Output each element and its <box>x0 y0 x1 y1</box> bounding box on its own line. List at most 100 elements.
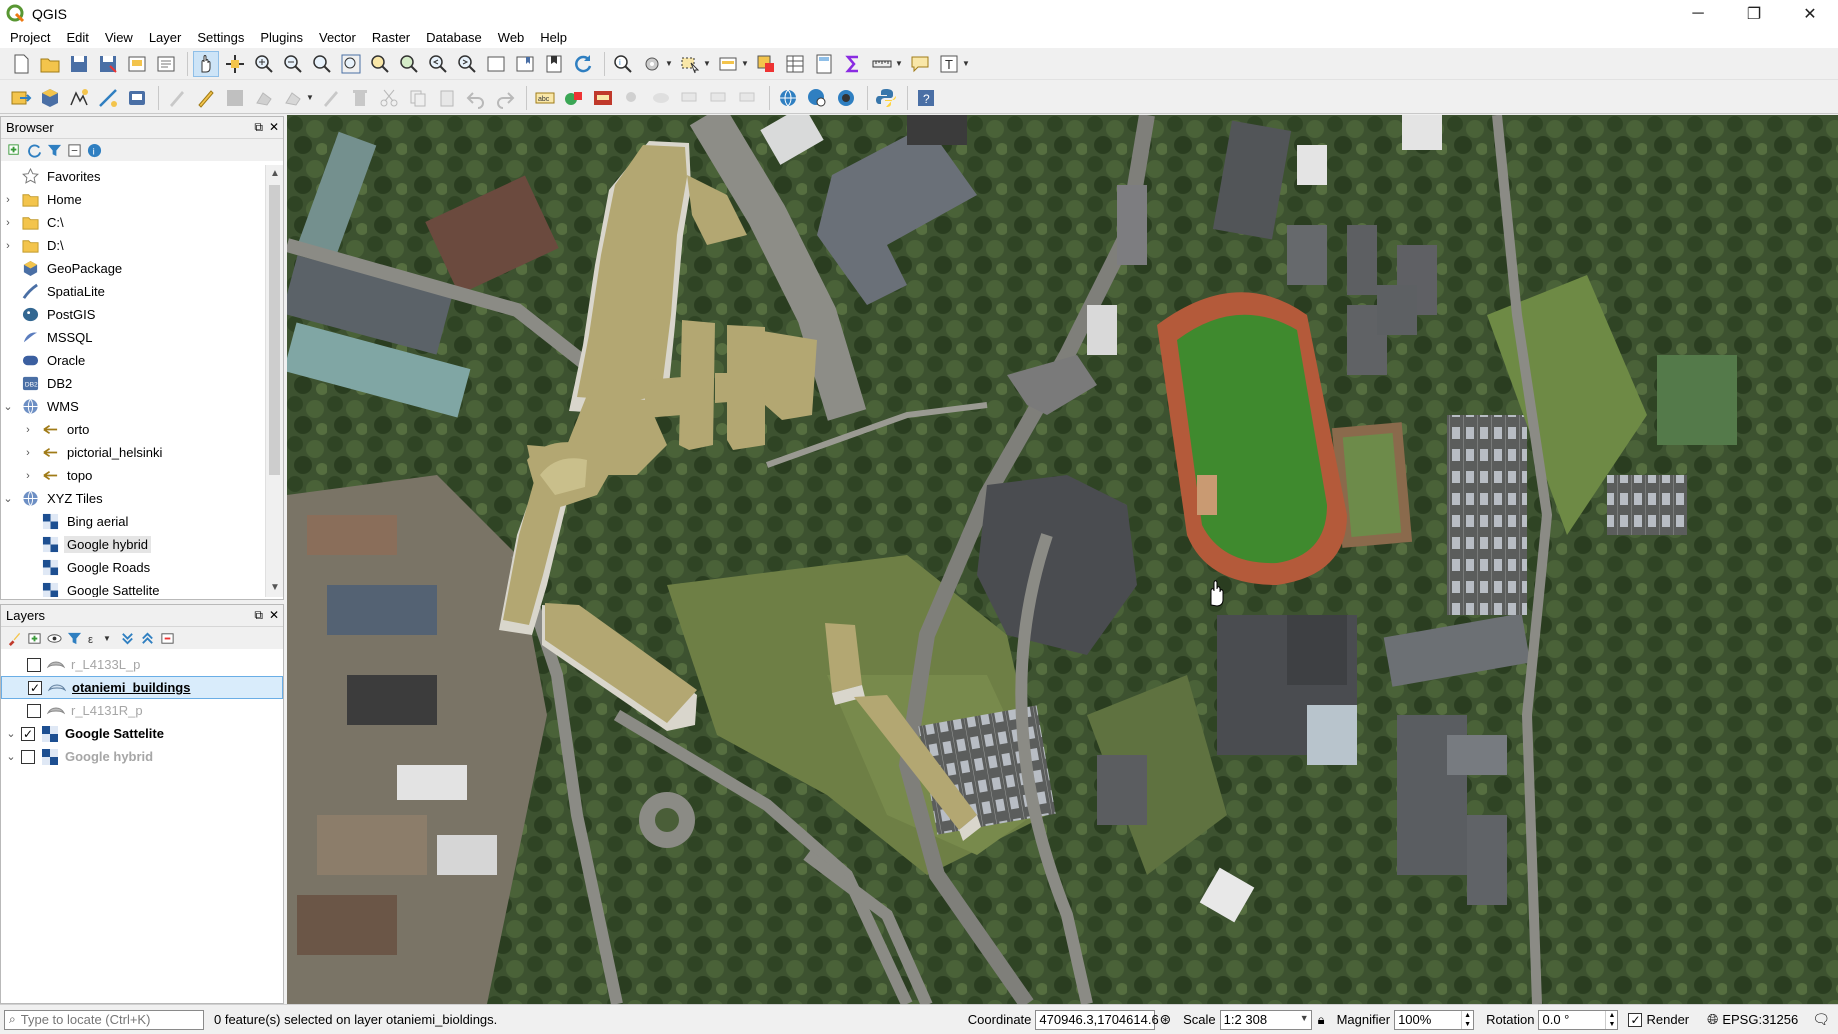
action-dropdown-icon[interactable]: ▼ <box>665 59 673 68</box>
filter-legend-button[interactable] <box>66 630 82 646</box>
rotate-label-button[interactable] <box>706 85 732 111</box>
add-group-button[interactable] <box>26 630 42 646</box>
text-annotation-button[interactable]: T <box>936 51 962 77</box>
menu-project[interactable]: Project <box>2 28 58 48</box>
map-tips-button[interactable] <box>907 51 933 77</box>
browser-item-pictorial-helsinki[interactable]: › pictorial_helsinki <box>1 441 265 464</box>
copy-button[interactable] <box>405 85 431 111</box>
menu-plugins[interactable]: Plugins <box>252 28 311 48</box>
change-label-button[interactable] <box>735 85 761 111</box>
expand-icon[interactable]: › <box>1 217 15 229</box>
add-selected-layers-button[interactable] <box>6 142 22 158</box>
attribute-table-button[interactable] <box>782 51 808 77</box>
browser-item-c-drive[interactable]: › C:\ <box>1 211 265 234</box>
layer-visibility-checkbox[interactable]: ✓ <box>28 680 42 695</box>
measure-dropdown-icon[interactable]: ▼ <box>895 59 903 68</box>
redo-button[interactable] <box>492 85 518 111</box>
properties-button[interactable]: i <box>86 142 102 158</box>
pan-map-button[interactable] <box>193 50 219 77</box>
new-bookmark-button[interactable] <box>512 51 538 77</box>
save-as-button[interactable] <box>95 51 121 77</box>
cut-button[interactable] <box>376 85 402 111</box>
expand-icon[interactable]: › <box>1 240 15 252</box>
render-checkbox[interactable]: ✓ <box>1628 1012 1643 1027</box>
browser-item-orto[interactable]: › orto <box>1 418 265 441</box>
toggle-editing-button[interactable] <box>193 85 219 111</box>
crs-label[interactable]: EPSG:31256 <box>1722 1012 1798 1027</box>
expand-icon[interactable]: › <box>1 194 15 206</box>
layer-row-r-l4131r-p[interactable]: r_L4131R_p <box>1 699 283 722</box>
expression-dropdown-icon[interactable]: ▼ <box>103 634 111 643</box>
coordinate-field[interactable]: 470946.3,1704614.6 <box>1035 1009 1159 1030</box>
measure-button[interactable] <box>869 51 895 77</box>
save-project-button[interactable] <box>66 51 92 77</box>
menu-help[interactable]: Help <box>532 28 575 48</box>
browser-item-mssql[interactable]: MSSQL <box>1 326 265 349</box>
undo-button[interactable] <box>463 85 489 111</box>
close-panel-icon[interactable]: ✕ <box>269 120 279 135</box>
layer-visibility-checkbox[interactable] <box>21 749 35 764</box>
save-edits-button[interactable] <box>222 85 248 111</box>
show-bookmarks-button[interactable] <box>541 51 567 77</box>
undock-icon[interactable]: ⧉ <box>254 120 263 135</box>
expand-all-button[interactable] <box>119 630 135 646</box>
expand-icon[interactable]: › <box>21 470 35 482</box>
zoom-native-button[interactable] <box>309 51 335 77</box>
menu-web[interactable]: Web <box>490 28 533 48</box>
modify-attributes-button[interactable] <box>318 85 344 111</box>
new-shapefile-button[interactable] <box>66 85 92 111</box>
metasearch-results-button[interactable] <box>804 85 830 111</box>
pin-labels-button[interactable] <box>619 85 645 111</box>
browser-scrollbar[interactable]: ▲ ▼ <box>265 165 283 597</box>
zoom-out-button[interactable] <box>280 51 306 77</box>
python-console-button[interactable] <box>873 85 899 111</box>
new-map-view-button[interactable] <box>483 51 509 77</box>
layer-visibility-checkbox[interactable]: ✓ <box>21 726 35 741</box>
restore-button[interactable]: ❐ <box>1726 0 1782 28</box>
close-button[interactable]: ✕ <box>1782 0 1838 28</box>
crs-globe-icon[interactable]: 🌐︎ <box>1707 1011 1718 1028</box>
layer-row-otaniemi-buildings[interactable]: ✓ otaniemi_buildings <box>1 676 283 699</box>
deselect-button[interactable] <box>753 51 779 77</box>
select-by-value-button[interactable] <box>715 51 741 77</box>
map-canvas[interactable] <box>287 115 1838 1004</box>
highlight-label-button[interactable] <box>590 85 616 111</box>
zoom-next-button[interactable] <box>454 51 480 77</box>
browser-item-google-sattelite[interactable]: Google Sattelite <box>1 579 265 597</box>
menu-edit[interactable]: Edit <box>58 28 96 48</box>
coordinate-toggle-icon[interactable]: ⊛ <box>1159 1011 1171 1028</box>
layer-visibility-checkbox[interactable] <box>27 703 41 718</box>
browser-item-favorites[interactable]: Favorites <box>1 165 265 188</box>
help-button[interactable]: ? <box>913 85 939 111</box>
refresh-browser-button[interactable] <box>26 142 42 158</box>
browser-item-topo[interactable]: › topo <box>1 464 265 487</box>
browser-item-bing-aerial[interactable]: Bing aerial <box>1 510 265 533</box>
layer-row-google-sattelite[interactable]: ⌄ ✓ Google Sattelite <box>1 722 283 745</box>
browser-item-google-hybrid[interactable]: Google hybrid <box>1 533 265 556</box>
browser-item-home[interactable]: › Home <box>1 188 265 211</box>
new-temp-layer-button[interactable] <box>95 85 121 111</box>
menu-view[interactable]: View <box>97 28 141 48</box>
collapse-all-button[interactable] <box>139 630 155 646</box>
vertex-dropdown-icon[interactable]: ▼ <box>306 93 314 102</box>
scrollbar-thumb[interactable] <box>269 185 280 475</box>
action-button[interactable] <box>639 51 665 77</box>
zoom-layer-button[interactable] <box>396 51 422 77</box>
new-geopackage-button[interactable] <box>37 85 63 111</box>
collapse-all-button[interactable] <box>66 142 82 158</box>
browser-item-oracle[interactable]: Oracle <box>1 349 265 372</box>
menu-settings[interactable]: Settings <box>189 28 252 48</box>
browser-item-google-roads[interactable]: Google Roads <box>1 556 265 579</box>
spin-arrows-icon[interactable]: ▲ ▼ <box>1461 1010 1473 1029</box>
current-edits-button[interactable] <box>164 85 190 111</box>
select-value-dropdown-icon[interactable]: ▼ <box>741 59 749 68</box>
rotation-spinbox[interactable]: 0.0 ° ▲ ▼ <box>1538 1009 1619 1030</box>
menu-layer[interactable]: Layer <box>141 28 190 48</box>
menu-database[interactable]: Database <box>418 28 490 48</box>
menu-raster[interactable]: Raster <box>364 28 418 48</box>
filter-expression-button[interactable]: ε <box>86 630 102 646</box>
pan-to-selection-button[interactable] <box>222 51 248 77</box>
field-calculator-button[interactable] <box>811 51 837 77</box>
identify-button[interactable]: i <box>610 51 636 77</box>
zoom-in-button[interactable] <box>251 51 277 77</box>
